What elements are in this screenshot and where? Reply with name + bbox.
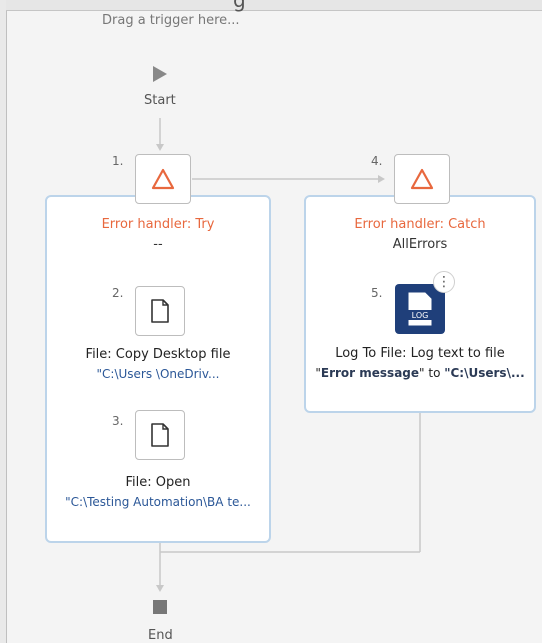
play-icon: [153, 66, 167, 82]
file-copy-node[interactable]: [135, 286, 185, 336]
warning-triangle-icon: [410, 168, 434, 190]
try-title: Error handler: Try: [101, 217, 215, 232]
log-message: Error message: [320, 366, 420, 380]
try-subtitle: --: [153, 237, 163, 252]
file-open-node[interactable]: [135, 410, 185, 460]
step-number: 4.: [371, 154, 383, 168]
step-number: 3.: [112, 414, 124, 428]
catch-subtitle: AllErrors: [392, 237, 448, 252]
error-handler-try-node[interactable]: [135, 154, 191, 204]
trigger-drop-zone[interactable]: Drag a trigger here...: [102, 13, 240, 28]
log-icon-text: LOG: [412, 311, 429, 320]
to-label: to: [424, 366, 445, 380]
log-path: "C:\Users\...: [444, 366, 525, 380]
action-title: File: Copy Desktop file: [85, 347, 231, 362]
step-number: 2.: [112, 286, 124, 300]
flow-canvas: g Drag a trigger here... Start Error han…: [0, 0, 542, 643]
document-icon: [151, 423, 169, 447]
end-label: End: [148, 628, 173, 643]
catch-title: Error handler: Catch: [354, 217, 486, 232]
step-number: 1.: [112, 154, 124, 168]
start-label: Start: [144, 93, 176, 108]
document-icon: [151, 299, 169, 323]
action-path: "C:\Users \OneDriv...: [47, 367, 269, 381]
more-options-button[interactable]: ⋮: [433, 271, 455, 293]
error-handler-catch-node[interactable]: [394, 154, 450, 204]
action-title: File: Open: [125, 475, 191, 490]
kebab-icon: ⋮: [437, 274, 451, 290]
stop-icon: [153, 600, 167, 614]
step-number: 5.: [371, 286, 383, 300]
warning-triangle-icon: [151, 168, 175, 190]
action-path-value: "C:\Testing Automation\BA te...: [65, 495, 251, 509]
log-file-icon: LOG: [407, 292, 433, 326]
action-title: Log To File: Log text to file: [335, 346, 505, 361]
action-path: "C:\Testing Automation\BA te...: [47, 495, 269, 509]
action-path: "Error message" to "C:\Users\...: [306, 366, 534, 380]
action-path-value: "C:\Users \OneDriv...: [96, 367, 220, 381]
try-card[interactable]: Error handler: Try -- File: Copy Desktop…: [45, 195, 271, 543]
